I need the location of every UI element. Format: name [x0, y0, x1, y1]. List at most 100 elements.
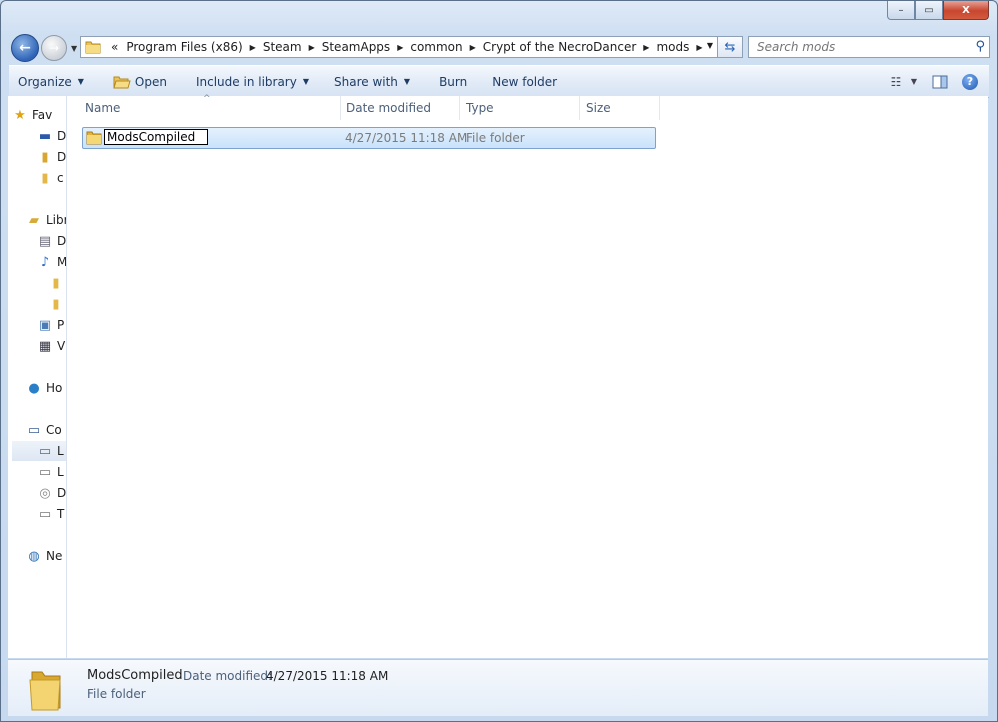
breadcrumb-separator-icon[interactable]: ▶ — [467, 43, 479, 52]
share-with-button[interactable]: Share with ▼ — [318, 66, 419, 97]
breadcrumb-separator-icon[interactable]: ▶ — [247, 43, 259, 52]
breadcrumb-separator-icon[interactable]: ▶ — [394, 43, 406, 52]
breadcrumb-program-files[interactable]: Program Files (x86) — [122, 40, 246, 54]
nav-homegroup[interactable]: ● Ho — [26, 378, 66, 398]
breadcrumb-mods[interactable]: mods — [652, 40, 693, 54]
breadcrumb-crypt-of-the-necrodancer[interactable]: Crypt of the NecroDancer — [479, 40, 641, 54]
nav-music-subfolder[interactable]: ▮ — [48, 294, 66, 314]
nav-music-subfolder[interactable]: ▮ — [48, 273, 66, 293]
minimize-button[interactable]: – — [887, 1, 915, 20]
file-date-modified: 4/27/2015 11:18 AM — [345, 131, 468, 145]
details-date-value: 4/27/2015 11:18 AM — [266, 669, 389, 683]
share-with-label: Share with — [334, 74, 398, 89]
folder-icon — [86, 131, 102, 145]
star-icon: ★ — [14, 107, 26, 123]
nav-music[interactable]: ♪ M — [37, 252, 66, 272]
nav-videos[interactable]: ▦ V — [37, 336, 66, 356]
address-bar[interactable]: « Program Files (x86) ▶ Steam ▶ SteamApp… — [80, 36, 718, 58]
search-input[interactable] — [755, 39, 969, 55]
change-view-button[interactable]: ☷ — [885, 73, 907, 91]
nav-item-label: D — [57, 129, 67, 143]
new-folder-button[interactable]: New folder — [476, 66, 566, 97]
nav-dvd-drive[interactable]: ◎ D — [37, 483, 66, 503]
breadcrumb-steamapps[interactable]: SteamApps — [318, 40, 394, 54]
file-type: File folder — [466, 131, 525, 145]
nav-pictures[interactable]: ▣ P — [37, 315, 66, 335]
open-button[interactable]: Open — [93, 66, 176, 97]
column-header-name[interactable]: Name — [79, 96, 341, 120]
folder-icon: ▮ — [41, 170, 49, 186]
nav-downloads[interactable]: ▮ D — [37, 147, 66, 167]
nav-documents[interactable]: ▤ D — [37, 231, 66, 251]
drive-icon: ▭ — [38, 506, 52, 522]
forward-button[interactable]: → — [41, 35, 67, 61]
nav-computer[interactable]: ▭ Co — [26, 420, 66, 440]
preview-pane-button[interactable] — [929, 73, 951, 91]
new-folder-label: New folder — [492, 74, 558, 89]
breadcrumb-overflow[interactable]: « — [107, 40, 122, 54]
folder-icon — [85, 41, 101, 54]
column-header-size[interactable]: Size — [580, 96, 660, 120]
search-box[interactable]: ⚲ — [748, 36, 990, 58]
nav-desktop[interactable]: ▬ D — [37, 126, 67, 146]
folder-icon: ▮ — [52, 296, 60, 312]
nav-network[interactable]: ◍ Ne — [26, 546, 66, 566]
chevron-down-icon: ▼ — [403, 77, 411, 86]
include-in-library-button[interactable]: Include in library ▼ — [176, 66, 318, 97]
help-icon: ? — [962, 73, 978, 90]
column-header-date-modified[interactable]: Date modified — [340, 96, 460, 120]
nav-item-label: T — [57, 507, 65, 521]
breadcrumb-common[interactable]: common — [406, 40, 466, 54]
dvd-drive-icon: ◎ — [39, 485, 51, 501]
nav-favorites[interactable]: ★ Fav — [12, 105, 66, 125]
breadcrumb-separator-icon[interactable]: ▶ — [306, 43, 318, 52]
burn-button[interactable]: Burn — [419, 66, 476, 97]
column-header-type[interactable]: Type — [460, 96, 580, 120]
file-list[interactable]: ^ Name Date modified Type Size 4/27/2015… — [67, 94, 988, 658]
organize-label: Organize — [18, 74, 72, 89]
include-in-library-label: Include in library — [195, 74, 297, 89]
burn-label: Burn — [439, 74, 468, 89]
main-area: ★ Fav ▬ D ▮ D ▮ c ▰ Libr ▤ D ♪ M ▮ ▮ ▣ P… — [8, 94, 988, 658]
nav-item-label: Co — [46, 423, 62, 437]
nav-item-label: P — [57, 318, 65, 332]
refresh-button[interactable]: ⇆ — [717, 36, 743, 58]
column-header-label: Date modified — [346, 101, 432, 115]
search-icon[interactable]: ⚲ — [975, 39, 985, 54]
close-button[interactable]: X — [943, 1, 989, 20]
nav-item-label: L — [57, 465, 64, 479]
rename-input[interactable] — [104, 129, 208, 145]
arrow-left-icon: ← — [19, 40, 31, 56]
open-folder-icon — [113, 76, 131, 88]
navigation-pane[interactable]: ★ Fav ▬ D ▮ D ▮ c ▰ Libr ▤ D ♪ M ▮ ▮ ▣ P… — [8, 96, 67, 658]
view-options-dropdown[interactable]: ▼ — [907, 73, 921, 91]
nav-drive[interactable]: ▭ L — [37, 462, 66, 482]
breadcrumb: « Program Files (x86) ▶ Steam ▶ SteamApp… — [107, 40, 706, 54]
details-type: File folder — [87, 687, 146, 701]
nav-item-label: L — [57, 444, 64, 458]
help-button[interactable]: ? — [959, 73, 981, 91]
nav-item-label: Fav — [32, 108, 53, 122]
refresh-icon: ⇆ — [724, 39, 736, 55]
breadcrumb-steam[interactable]: Steam — [259, 40, 306, 54]
chevron-down-icon: ▼ — [71, 43, 78, 53]
desktop-icon: ▬ — [38, 128, 52, 144]
organize-button[interactable]: Organize ▼ — [9, 66, 93, 97]
file-row[interactable]: 4/27/2015 11:18 AM File folder — [82, 127, 656, 149]
music-icon: ♪ — [40, 254, 50, 270]
nav-drive[interactable]: ▭ T — [37, 504, 66, 524]
pictures-icon: ▣ — [38, 317, 52, 333]
address-history-dropdown[interactable]: ▼ — [707, 41, 713, 50]
maximize-button[interactable]: ▭ — [915, 1, 943, 20]
nav-item-label: Ho — [46, 381, 63, 395]
chevron-down-icon: ▼ — [77, 77, 84, 86]
chevron-down-icon: ▼ — [302, 77, 309, 86]
nav-libraries[interactable]: ▰ Libr — [26, 210, 66, 230]
caption-buttons: – ▭ X — [887, 1, 989, 20]
nav-folder[interactable]: ▮ c — [37, 168, 66, 188]
back-button[interactable]: ← — [11, 34, 39, 62]
chevron-down-icon: ▼ — [910, 77, 918, 86]
nav-local-disk[interactable]: ▭ L — [12, 441, 66, 461]
breadcrumb-separator-icon[interactable]: ▶ — [640, 43, 652, 52]
breadcrumb-separator-icon[interactable]: ▶ — [693, 43, 705, 52]
